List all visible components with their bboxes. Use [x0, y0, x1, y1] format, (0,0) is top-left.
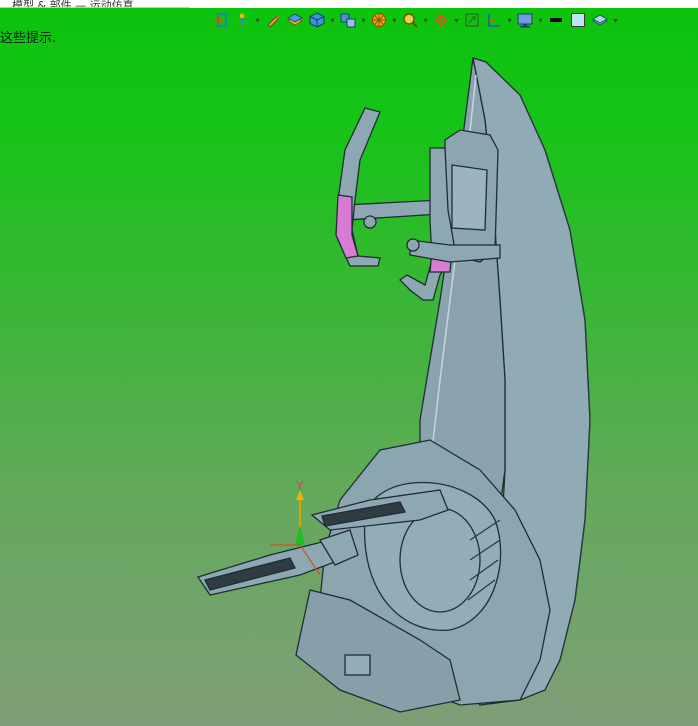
handlebar-bar[interactable]	[344, 199, 441, 221]
base-vent	[344, 654, 371, 676]
y-axis-label: Y	[295, 479, 304, 493]
3d-viewport[interactable]: Y	[0, 0, 698, 726]
exercise-machine-model[interactable]	[196, 57, 591, 713]
left-knob[interactable]	[363, 215, 377, 229]
display-screen-inner	[451, 164, 488, 231]
right-knob[interactable]	[406, 238, 420, 252]
